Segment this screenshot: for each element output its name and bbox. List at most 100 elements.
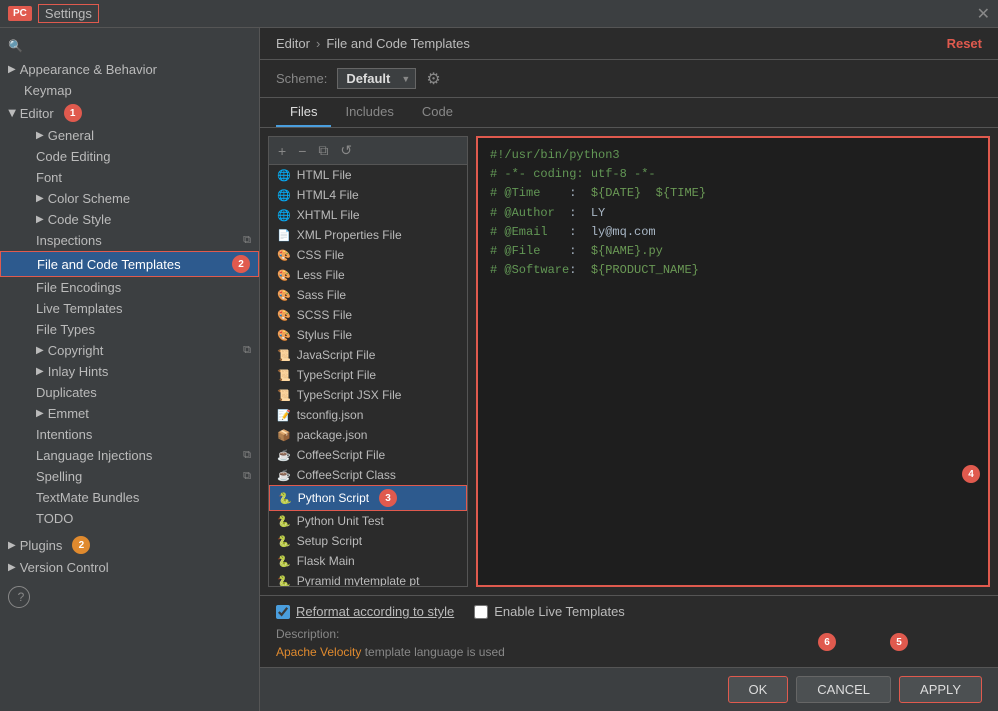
sidebar-item-language-injections[interactable]: Language Injections ⧉ xyxy=(0,445,259,466)
sidebar-item-font[interactable]: Font xyxy=(0,167,259,188)
sidebar-label-spelling: Spelling xyxy=(36,469,82,484)
file-item-stylus[interactable]: 🎨 Stylus File xyxy=(269,325,467,345)
sidebar-item-live-templates[interactable]: Live Templates xyxy=(0,298,259,319)
file-label-python-script: Python Script xyxy=(298,491,369,505)
copy-template-button[interactable]: ⧉ xyxy=(315,141,331,160)
file-item-setup-script[interactable]: 🐍 Setup Script xyxy=(269,531,467,551)
code-area[interactable]: #!/usr/bin/python3 # -*- coding: utf-8 -… xyxy=(478,138,988,585)
template-area: + − ⧉ ↺ 🌐 HTML File 🌐 HTML4 File xyxy=(260,128,998,595)
file-item-python-unit-test[interactable]: 🐍 Python Unit Test xyxy=(269,511,467,531)
help-button[interactable]: ? xyxy=(8,586,30,608)
file-label-stylus: Stylus File xyxy=(297,328,352,342)
expand-arrow-appearance: ▶ xyxy=(8,64,16,75)
scheme-label: Scheme: xyxy=(276,71,327,86)
sidebar-item-keymap[interactable]: Keymap xyxy=(0,80,259,101)
description-velocity: Apache Velocity xyxy=(276,645,361,659)
add-template-button[interactable]: + xyxy=(275,142,289,160)
sidebar-label-code-editing: Code Editing xyxy=(36,149,110,164)
sidebar-label-language-injections: Language Injections xyxy=(36,448,152,463)
title-bar-left: PC Settings xyxy=(8,4,99,23)
file-item-ts[interactable]: 📜 TypeScript File xyxy=(269,365,467,385)
sidebar-item-version-control[interactable]: ▶ Version Control xyxy=(0,557,259,578)
file-item-package[interactable]: 📦 package.json xyxy=(269,425,467,445)
tab-files[interactable]: Files xyxy=(276,98,331,127)
remove-template-button[interactable]: − xyxy=(295,142,309,160)
file-label-sass: Sass File xyxy=(297,288,346,302)
tab-includes[interactable]: Includes xyxy=(331,98,407,127)
sidebar-item-file-types[interactable]: File Types xyxy=(0,319,259,340)
file-item-html4[interactable]: 🌐 HTML4 File xyxy=(269,185,467,205)
sidebar-item-intentions[interactable]: Intentions xyxy=(0,424,259,445)
sidebar-item-textmate-bundles[interactable]: TextMate Bundles xyxy=(0,487,259,508)
close-button[interactable]: ✕ xyxy=(977,4,990,24)
sidebar-label-inlay-hints: Inlay Hints xyxy=(48,364,109,379)
sidebar-label-todo: TODO xyxy=(36,511,73,526)
dialog-buttons: OK CANCEL APPLY 5 6 xyxy=(260,667,998,711)
reformat-checkbox[interactable] xyxy=(276,605,290,619)
file-item-scss[interactable]: 🎨 SCSS File xyxy=(269,305,467,325)
file-label-flask-main: Flask Main xyxy=(297,554,355,568)
file-item-python-script[interactable]: 🐍 Python Script 3 xyxy=(269,485,467,511)
file-item-coffee[interactable]: ☕ CoffeeScript File xyxy=(269,445,467,465)
sidebar-item-code-editing[interactable]: Code Editing xyxy=(0,146,259,167)
sidebar-item-spelling[interactable]: Spelling ⧉ xyxy=(0,466,259,487)
file-label-pyramid-mytemplate-pt: Pyramid mytemplate pt xyxy=(297,574,420,586)
cancel-button[interactable]: CANCEL xyxy=(796,676,891,703)
sidebar-item-appearance[interactable]: ▶ Appearance & Behavior xyxy=(0,59,259,80)
sidebar-item-inspections[interactable]: Inspections ⧉ xyxy=(0,230,259,251)
file-item-xhtml[interactable]: 🌐 XHTML File xyxy=(269,205,467,225)
enable-live-templates-checkbox-label[interactable]: Enable Live Templates xyxy=(474,604,625,619)
scheme-gear-button[interactable]: ⚙ xyxy=(426,69,440,89)
file-item-coffee-class[interactable]: ☕ CoffeeScript Class xyxy=(269,465,467,485)
sidebar-item-copyright[interactable]: ▶ Copyright ⧉ xyxy=(0,340,259,361)
enable-live-templates-label: Enable Live Templates xyxy=(494,604,625,619)
sidebar-item-color-scheme[interactable]: ▶ Color Scheme xyxy=(0,188,259,209)
bottom-options: Reformat according to style Enable Live … xyxy=(260,595,998,667)
breadcrumb-current: File and Code Templates xyxy=(326,36,470,51)
sidebar-item-emmet[interactable]: ▶ Emmet xyxy=(0,403,259,424)
sidebar-item-general[interactable]: ▶ General xyxy=(0,125,259,146)
reformat-label: Reformat according to style xyxy=(296,604,454,619)
scheme-select[interactable]: Default Project xyxy=(337,68,416,89)
file-label-html: HTML File xyxy=(297,168,352,182)
sidebar-item-inlay-hints[interactable]: ▶ Inlay Hints xyxy=(0,361,259,382)
tab-code[interactable]: Code xyxy=(408,98,467,127)
sidebar-item-plugins[interactable]: ▶ Plugins 2 xyxy=(0,533,259,557)
file-item-pyramid-mytemplate-pt[interactable]: 🐍 Pyramid mytemplate pt xyxy=(269,571,467,586)
sidebar-label-color-scheme: Color Scheme xyxy=(48,191,130,206)
apply-button[interactable]: APPLY xyxy=(899,676,982,703)
scheme-row: Scheme: Default Project ⚙ xyxy=(260,60,998,98)
sidebar-item-duplicates[interactable]: Duplicates xyxy=(0,382,259,403)
file-item-html[interactable]: 🌐 HTML File xyxy=(269,165,467,185)
description-label: Description: xyxy=(276,627,982,641)
file-item-css[interactable]: 🎨 CSS File xyxy=(269,245,467,265)
ok-button[interactable]: OK xyxy=(728,676,789,703)
file-item-js[interactable]: 📜 JavaScript File xyxy=(269,345,467,365)
annotation-4-badge: 4 xyxy=(962,465,980,483)
sidebar-search-input[interactable] xyxy=(27,38,251,53)
annotation-5-badge: 5 xyxy=(890,633,908,651)
file-item-less[interactable]: 🎨 Less File xyxy=(269,265,467,285)
file-item-tsconfig[interactable]: 📝 tsconfig.json xyxy=(269,405,467,425)
sidebar-item-code-style[interactable]: ▶ Code Style xyxy=(0,209,259,230)
file-label-ts: TypeScript File xyxy=(297,368,376,382)
sidebar-label-keymap: Keymap xyxy=(24,83,72,98)
sidebar-item-file-and-code-templates[interactable]: File and Code Templates 2 xyxy=(0,251,259,277)
file-item-sass[interactable]: 🎨 Sass File xyxy=(269,285,467,305)
reset-template-button[interactable]: ↺ xyxy=(337,141,355,160)
app-icon: PC xyxy=(8,6,32,21)
sidebar-label-editor: Editor xyxy=(20,106,54,121)
sidebar-item-file-encodings[interactable]: File Encodings xyxy=(0,277,259,298)
file-item-tsx[interactable]: 📜 TypeScript JSX File xyxy=(269,385,467,405)
expand-arrow-color-scheme: ▶ xyxy=(36,193,44,204)
sidebar-item-editor[interactable]: ▶ Editor 1 xyxy=(0,101,259,125)
code-editor-panel: #!/usr/bin/python3 # -*- coding: utf-8 -… xyxy=(476,136,990,587)
reformat-checkbox-label[interactable]: Reformat according to style xyxy=(276,604,454,619)
file-item-flask-main[interactable]: 🐍 Flask Main xyxy=(269,551,467,571)
reset-button[interactable]: Reset xyxy=(947,36,982,51)
enable-live-templates-checkbox[interactable] xyxy=(474,605,488,619)
file-item-xml[interactable]: 📄 XML Properties File xyxy=(269,225,467,245)
sidebar-label-live-templates: Live Templates xyxy=(36,301,122,316)
file-label-tsx: TypeScript JSX File xyxy=(297,388,402,402)
sidebar-item-todo[interactable]: TODO xyxy=(0,508,259,529)
